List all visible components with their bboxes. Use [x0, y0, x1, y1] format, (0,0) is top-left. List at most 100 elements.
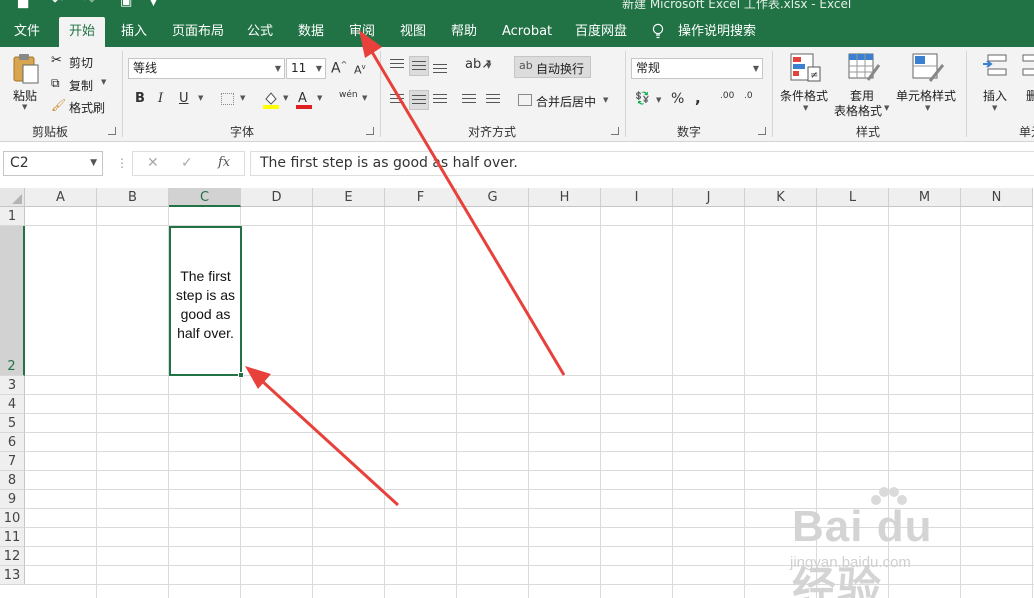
tab-file[interactable]: 文件 [14, 17, 40, 47]
format-table-dropdown-icon[interactable]: ▼ [884, 104, 889, 112]
conditional-dropdown-icon[interactable]: ▼ [803, 104, 808, 112]
tab-home[interactable]: 开始 [59, 17, 106, 47]
cancel-icon[interactable]: ✕ [147, 155, 159, 171]
column-header-l[interactable]: L [817, 188, 889, 207]
row-header-11[interactable]: 11 [0, 528, 25, 547]
column-header-g[interactable]: G [457, 188, 529, 207]
tab-page-layout[interactable]: 页面布局 [172, 17, 224, 47]
tab-formulas[interactable]: 公式 [247, 17, 273, 47]
column-header-f[interactable]: F [385, 188, 457, 207]
fill-color-dropdown-icon[interactable]: ▼ [283, 94, 288, 102]
accounting-format-icon[interactable]: 💱 [635, 91, 650, 105]
cell-styles-button[interactable]: 单元格样式 [896, 87, 956, 104]
row-header-8[interactable]: 8 [0, 471, 25, 490]
cell-styles-icon[interactable] [912, 53, 944, 83]
decrease-font-button[interactable]: Av [354, 63, 366, 77]
fill-handle[interactable] [238, 372, 244, 378]
formula-input[interactable]: The first step is as good as half over. [250, 151, 1034, 176]
merge-center-icon[interactable] [518, 94, 532, 106]
copy-dropdown-icon[interactable]: ▼ [101, 78, 106, 86]
align-top-icon[interactable] [390, 59, 404, 70]
align-middle-button[interactable] [409, 56, 429, 76]
italic-button[interactable]: I [158, 91, 163, 106]
clipboard-launcher-icon[interactable] [108, 127, 116, 135]
row-header-5[interactable]: 5 [0, 414, 25, 433]
wrap-text-button[interactable]: ab 自动换行 [514, 56, 591, 78]
bold-button[interactable]: B [135, 91, 145, 106]
row-header-3[interactable]: 3 [0, 376, 25, 395]
insert-function-button[interactable]: fx [218, 155, 230, 170]
paste-button[interactable]: 粘贴 [13, 87, 37, 104]
underline-button[interactable]: U [179, 91, 189, 106]
align-right-icon[interactable] [433, 94, 447, 105]
merge-dropdown-icon[interactable]: ▼ [603, 96, 608, 104]
borders-icon[interactable] [221, 93, 234, 105]
column-header-k[interactable]: K [745, 188, 817, 207]
row-header-2[interactable]: 2 [0, 226, 25, 376]
font-name-select[interactable]: 等线 ▼ [128, 58, 285, 79]
row-header-10[interactable]: 10 [0, 509, 25, 528]
accounting-dropdown-icon[interactable]: ▼ [656, 96, 661, 104]
row-header-9[interactable]: 9 [0, 490, 25, 509]
format-as-table-icon[interactable] [848, 53, 880, 83]
column-header-j[interactable]: J [673, 188, 745, 207]
tab-data[interactable]: 数据 [298, 17, 324, 47]
more-options-icon[interactable]: ⋮ [116, 156, 128, 170]
delete-cells-icon[interactable] [1022, 53, 1034, 83]
save-icon[interactable]: ▆ [18, 0, 28, 9]
row-header-1[interactable]: 1 [0, 207, 25, 226]
insert-dropdown-icon[interactable]: ▼ [992, 104, 997, 112]
align-center-button[interactable] [409, 90, 429, 110]
column-header-n[interactable]: N [961, 188, 1033, 207]
merge-center-button[interactable]: 合并后居中 [536, 93, 596, 110]
phonetic-dropdown-icon[interactable]: ▼ [362, 94, 367, 102]
selected-cell-c2[interactable]: The first step is as good as half over. [169, 226, 244, 378]
conditional-formatting-icon[interactable]: ≠ [790, 53, 822, 83]
tab-view[interactable]: 视图 [400, 17, 426, 47]
name-box[interactable]: C2 ▼ [3, 151, 103, 176]
borders-dropdown-icon[interactable]: ▼ [240, 94, 245, 102]
tab-insert[interactable]: 插入 [121, 17, 147, 47]
format-as-table-label-2[interactable]: 表格格式 [834, 102, 882, 119]
row-header-6[interactable]: 6 [0, 433, 25, 452]
alignment-launcher-icon[interactable] [611, 127, 619, 135]
tab-help[interactable]: 帮助 [451, 17, 477, 47]
font-color-dropdown-icon[interactable]: ▼ [317, 94, 322, 102]
conditional-formatting-button[interactable]: 条件格式 [780, 87, 828, 104]
tab-acrobat[interactable]: Acrobat [502, 17, 552, 47]
column-header-d[interactable]: D [241, 188, 313, 207]
tab-baidu-netdisk[interactable]: 百度网盘 [575, 17, 627, 47]
format-painter-button[interactable]: 格式刷 [69, 99, 105, 116]
insert-cells-button[interactable]: 插入 [983, 87, 1007, 104]
column-header-i[interactable]: I [601, 188, 673, 207]
phonetic-guide-icon[interactable]: wén [339, 90, 358, 100]
column-header-h[interactable]: H [529, 188, 601, 207]
delete-cells-button[interactable]: 删 [1026, 87, 1034, 104]
row-header-13[interactable]: 13 [0, 566, 25, 585]
number-format-select[interactable]: 常规 ▼ [631, 58, 763, 79]
increase-font-button[interactable]: A^ [331, 60, 347, 77]
align-bottom-icon[interactable] [433, 64, 447, 75]
comma-style-button[interactable]: , [695, 89, 701, 107]
font-color-icon[interactable]: A [295, 89, 313, 109]
paste-icon[interactable] [11, 53, 41, 85]
tell-me-search[interactable]: 操作说明搜索 [678, 17, 756, 47]
row-header-12[interactable]: 12 [0, 547, 25, 566]
column-header-m[interactable]: M [889, 188, 961, 207]
print-preview-icon[interactable]: ▣ [120, 0, 132, 9]
select-all-button[interactable] [0, 188, 25, 207]
enter-icon[interactable]: ✓ [181, 155, 193, 171]
redo-icon[interactable]: ↷ [84, 0, 95, 9]
copy-button[interactable]: 复制 [69, 77, 93, 94]
font-launcher-icon[interactable] [366, 127, 374, 135]
decrease-indent-icon[interactable] [462, 94, 476, 105]
increase-indent-icon[interactable] [486, 94, 500, 105]
tab-review[interactable]: 审阅 [349, 17, 375, 47]
number-launcher-icon[interactable] [758, 127, 766, 135]
percent-button[interactable]: % [671, 91, 684, 107]
row-header-7[interactable]: 7 [0, 452, 25, 471]
column-header-e[interactable]: E [313, 188, 385, 207]
orientation-dropdown-icon[interactable]: ▼ [486, 62, 491, 70]
underline-dropdown-icon[interactable]: ▼ [198, 94, 203, 102]
column-header-b[interactable]: B [97, 188, 169, 207]
